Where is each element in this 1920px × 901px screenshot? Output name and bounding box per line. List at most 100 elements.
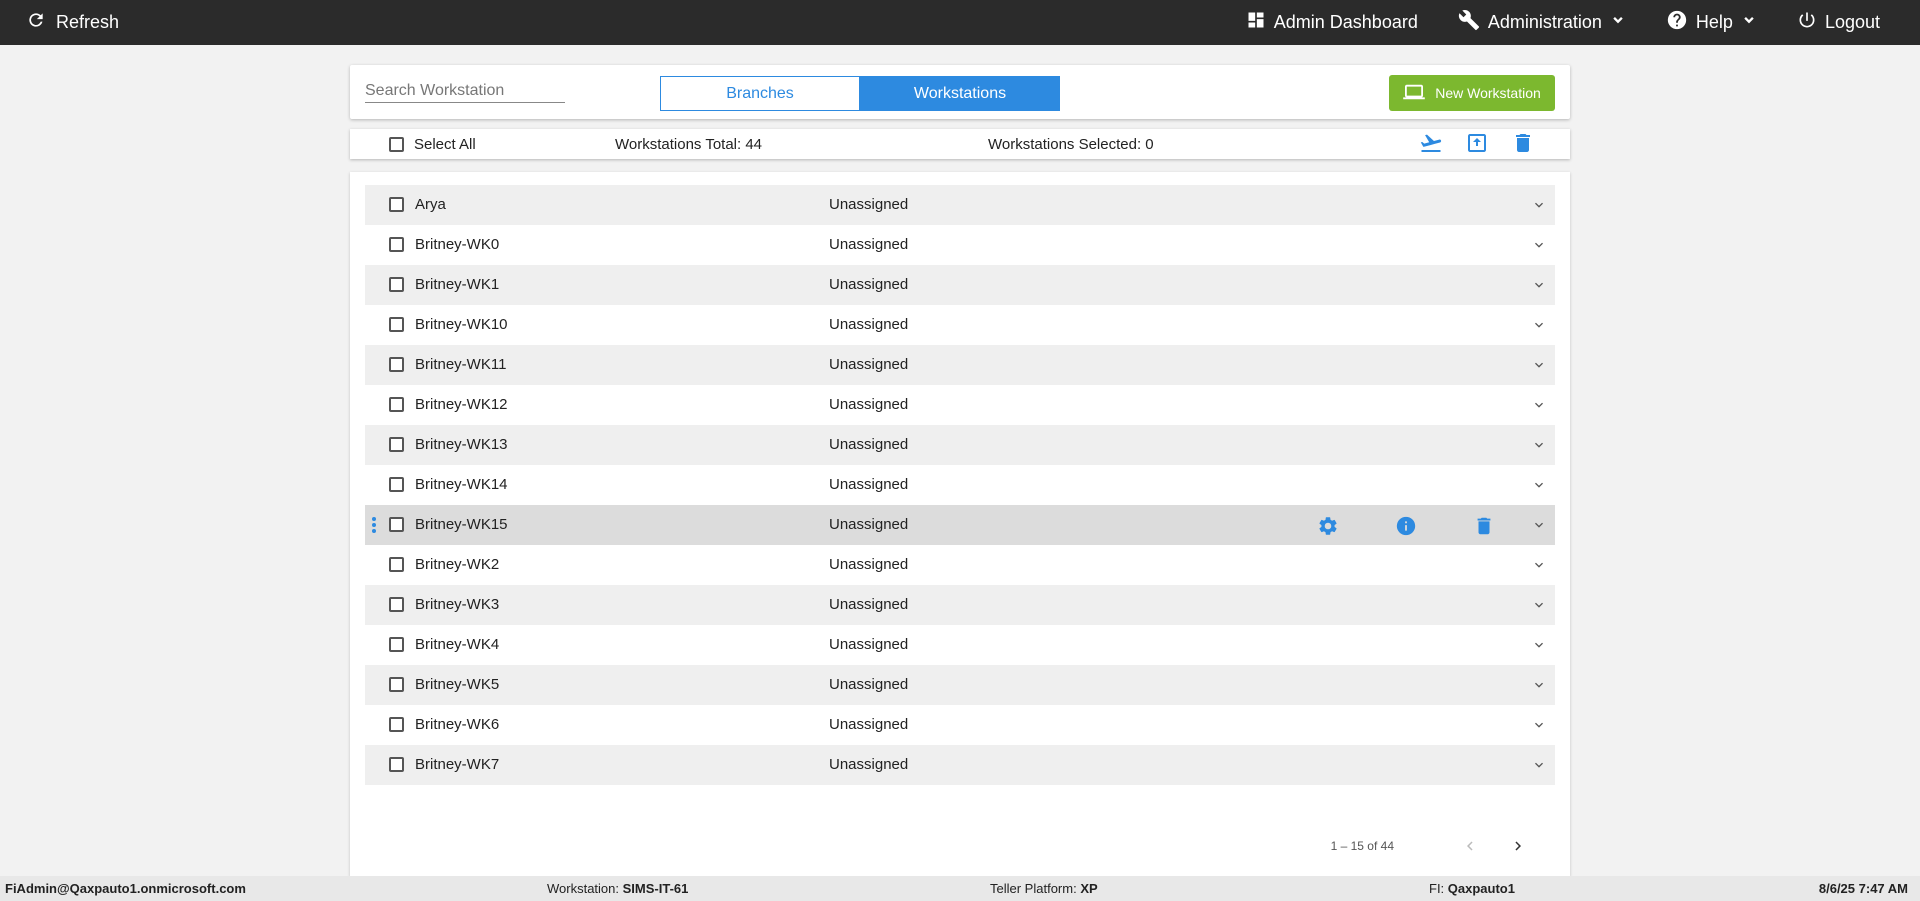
logout-button[interactable]: Logout [1797, 10, 1880, 35]
workstation-name: Britney-WK10 [415, 316, 508, 333]
status-footer: FiAdmin@Qaxpauto1.onmicrosoft.com Workst… [0, 876, 1920, 901]
table-row[interactable]: Arya Unassigned [365, 185, 1555, 225]
workstation-list: Arya Unassigned Britney-WK0 Unassigned Britn… [365, 185, 1555, 785]
expand-chevron-icon[interactable] [1531, 557, 1547, 577]
search-input[interactable] [365, 79, 565, 103]
expand-chevron-icon[interactable] [1531, 277, 1547, 297]
bulk-actions [1419, 131, 1535, 155]
table-row[interactable]: Britney-WK1 Unassigned [365, 265, 1555, 305]
takeoff-icon[interactable] [1419, 131, 1443, 155]
workstation-status: Unassigned [829, 716, 909, 733]
previous-page-button[interactable] [1458, 834, 1482, 858]
footer-fi: FI: Qaxpauto1 [1429, 881, 1515, 896]
expand-chevron-icon[interactable] [1531, 397, 1547, 417]
table-row[interactable]: Britney-WK11 Unassigned [365, 345, 1555, 385]
expand-chevron-icon[interactable] [1531, 317, 1547, 337]
row-checkbox[interactable] [389, 637, 404, 652]
upload-icon[interactable] [1465, 131, 1489, 155]
table-row[interactable]: Britney-WK15 Unassigned [365, 505, 1555, 545]
row-checkbox[interactable] [389, 437, 404, 452]
workstation-status: Unassigned [829, 476, 909, 493]
workstation-list-card: Arya Unassigned Britney-WK0 Unassigned Britn… [350, 172, 1570, 876]
select-all-checkbox[interactable] [389, 137, 404, 152]
administration-menu[interactable]: Administration [1458, 9, 1626, 36]
more-vert-icon[interactable] [371, 516, 377, 538]
row-checkbox[interactable] [389, 397, 404, 412]
admin-dashboard-link[interactable]: Admin Dashboard [1246, 10, 1418, 35]
table-row[interactable]: Britney-WK12 Unassigned [365, 385, 1555, 425]
row-checkbox[interactable] [389, 597, 404, 612]
table-row[interactable]: Britney-WK14 Unassigned [365, 465, 1555, 505]
search-tabs-card: Branches Workstations New Workstation [350, 65, 1570, 119]
row-checkbox[interactable] [389, 477, 404, 492]
new-workstation-button[interactable]: New Workstation [1389, 75, 1555, 111]
workstation-name: Britney-WK2 [415, 556, 500, 573]
table-row[interactable]: Britney-WK4 Unassigned [365, 625, 1555, 665]
refresh-label: Refresh [56, 12, 120, 32]
row-checkbox[interactable] [389, 717, 404, 732]
row-checkbox[interactable] [389, 517, 404, 532]
next-page-button[interactable] [1506, 834, 1530, 858]
workstation-status: Unassigned [829, 636, 909, 653]
row-checkbox[interactable] [389, 277, 404, 292]
row-checkbox[interactable] [389, 757, 404, 772]
expand-chevron-icon[interactable] [1531, 237, 1547, 257]
top-nav: Admin Dashboard Administration Help Logo… [1246, 0, 1920, 45]
workstation-name: Britney-WK15 [415, 516, 508, 533]
row-checkbox[interactable] [389, 357, 404, 372]
trash-icon[interactable] [1473, 515, 1495, 541]
info-icon[interactable] [1395, 515, 1417, 541]
trash-icon[interactable] [1511, 131, 1535, 155]
table-row[interactable]: Britney-WK6 Unassigned [365, 705, 1555, 745]
row-checkbox[interactable] [389, 237, 404, 252]
help-menu[interactable]: Help [1666, 9, 1757, 36]
expand-chevron-icon[interactable] [1531, 197, 1547, 217]
refresh-button[interactable]: Refresh [26, 0, 119, 45]
help-label: Help [1695, 12, 1733, 32]
workstation-status: Unassigned [829, 756, 909, 773]
tab-branches[interactable]: Branches [660, 76, 860, 111]
table-row[interactable]: Britney-WK0 Unassigned [365, 225, 1555, 265]
workstation-name: Britney-WK3 [415, 596, 500, 613]
workstation-status: Unassigned [829, 396, 909, 413]
row-checkbox[interactable] [389, 677, 404, 692]
expand-chevron-icon[interactable] [1531, 477, 1547, 497]
dashboard-icon [1246, 10, 1266, 35]
chevron-down-icon [1610, 12, 1626, 33]
expand-chevron-icon[interactable] [1531, 717, 1547, 737]
workstation-name: Britney-WK0 [415, 236, 500, 253]
workstation-status: Unassigned [829, 236, 909, 253]
workstation-name: Britney-WK14 [415, 476, 508, 493]
table-row[interactable]: Britney-WK13 Unassigned [365, 425, 1555, 465]
admin-dashboard-label: Admin Dashboard [1273, 12, 1418, 32]
workstation-name: Britney-WK12 [415, 396, 508, 413]
row-checkbox[interactable] [389, 557, 404, 572]
expand-chevron-icon[interactable] [1531, 517, 1547, 537]
expand-chevron-icon[interactable] [1531, 597, 1547, 617]
expand-chevron-icon[interactable] [1531, 437, 1547, 457]
row-checkbox[interactable] [389, 197, 404, 212]
refresh-icon [26, 10, 46, 35]
expand-chevron-icon[interactable] [1531, 757, 1547, 777]
workstation-name: Britney-WK7 [415, 756, 500, 773]
list-toolbar: Select All Workstations Total: 44 Workst… [350, 129, 1570, 159]
table-row[interactable]: Britney-WK5 Unassigned [365, 665, 1555, 705]
table-row[interactable]: Britney-WK7 Unassigned [365, 745, 1555, 785]
footer-user: FiAdmin@Qaxpauto1.onmicrosoft.com [5, 881, 246, 896]
power-icon [1797, 10, 1817, 35]
footer-workstation: Workstation: SIMS-IT-61 [547, 881, 689, 896]
workstation-status: Unassigned [829, 276, 909, 293]
expand-chevron-icon[interactable] [1531, 677, 1547, 697]
settings-icon[interactable] [1317, 515, 1339, 541]
table-row[interactable]: Britney-WK2 Unassigned [365, 545, 1555, 585]
row-checkbox[interactable] [389, 317, 404, 332]
workstation-name: Arya [415, 196, 446, 213]
expand-chevron-icon[interactable] [1531, 637, 1547, 657]
expand-chevron-icon[interactable] [1531, 357, 1547, 377]
select-all[interactable]: Select All [389, 136, 476, 153]
tab-workstations[interactable]: Workstations [860, 76, 1060, 111]
workstation-status: Unassigned [829, 516, 909, 533]
table-row[interactable]: Britney-WK10 Unassigned [365, 305, 1555, 345]
table-row[interactable]: Britney-WK3 Unassigned [365, 585, 1555, 625]
workstation-name: Britney-WK1 [415, 276, 500, 293]
